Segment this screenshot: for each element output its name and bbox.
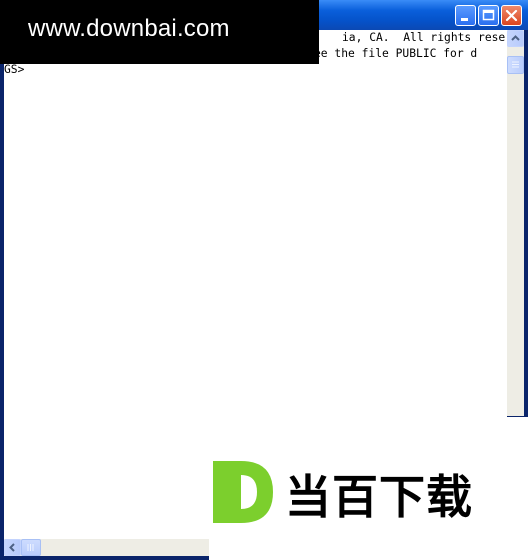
maximize-icon — [482, 9, 495, 21]
minimize-button[interactable] — [455, 5, 476, 26]
arrow-up-icon — [511, 35, 520, 41]
scroll-thumb[interactable] — [21, 539, 41, 556]
grip-icon — [512, 61, 519, 68]
vertical-scrollbar[interactable] — [507, 30, 524, 416]
watermark-logo: 当百下载 — [209, 417, 528, 560]
window-controls — [455, 5, 522, 26]
arrow-left-icon — [9, 543, 15, 552]
grip-icon — [27, 544, 34, 551]
scroll-thumb[interactable] — [507, 56, 524, 74]
console-line: ia, CA. All rights rese — [342, 31, 506, 44]
horizontal-scrollbar[interactable] — [4, 539, 209, 556]
scroll-up-button[interactable] — [507, 30, 524, 47]
console-line: ee the file PUBLIC for d — [314, 47, 478, 60]
close-button[interactable] — [501, 5, 522, 26]
close-icon — [505, 9, 518, 22]
console-prompt: GS> — [4, 63, 25, 76]
watermark-banner: www.downbai.com — [0, 0, 319, 64]
watermark-title: 当百下载 — [285, 470, 473, 524]
minimize-icon — [461, 18, 468, 21]
console-window: ia, CA. All rights rese ee the file PUBL… — [0, 0, 528, 560]
logo-icon — [213, 461, 273, 523]
watermark-url: www.downbai.com — [28, 15, 230, 42]
maximize-button[interactable] — [478, 5, 499, 26]
scroll-left-button[interactable] — [4, 539, 21, 556]
